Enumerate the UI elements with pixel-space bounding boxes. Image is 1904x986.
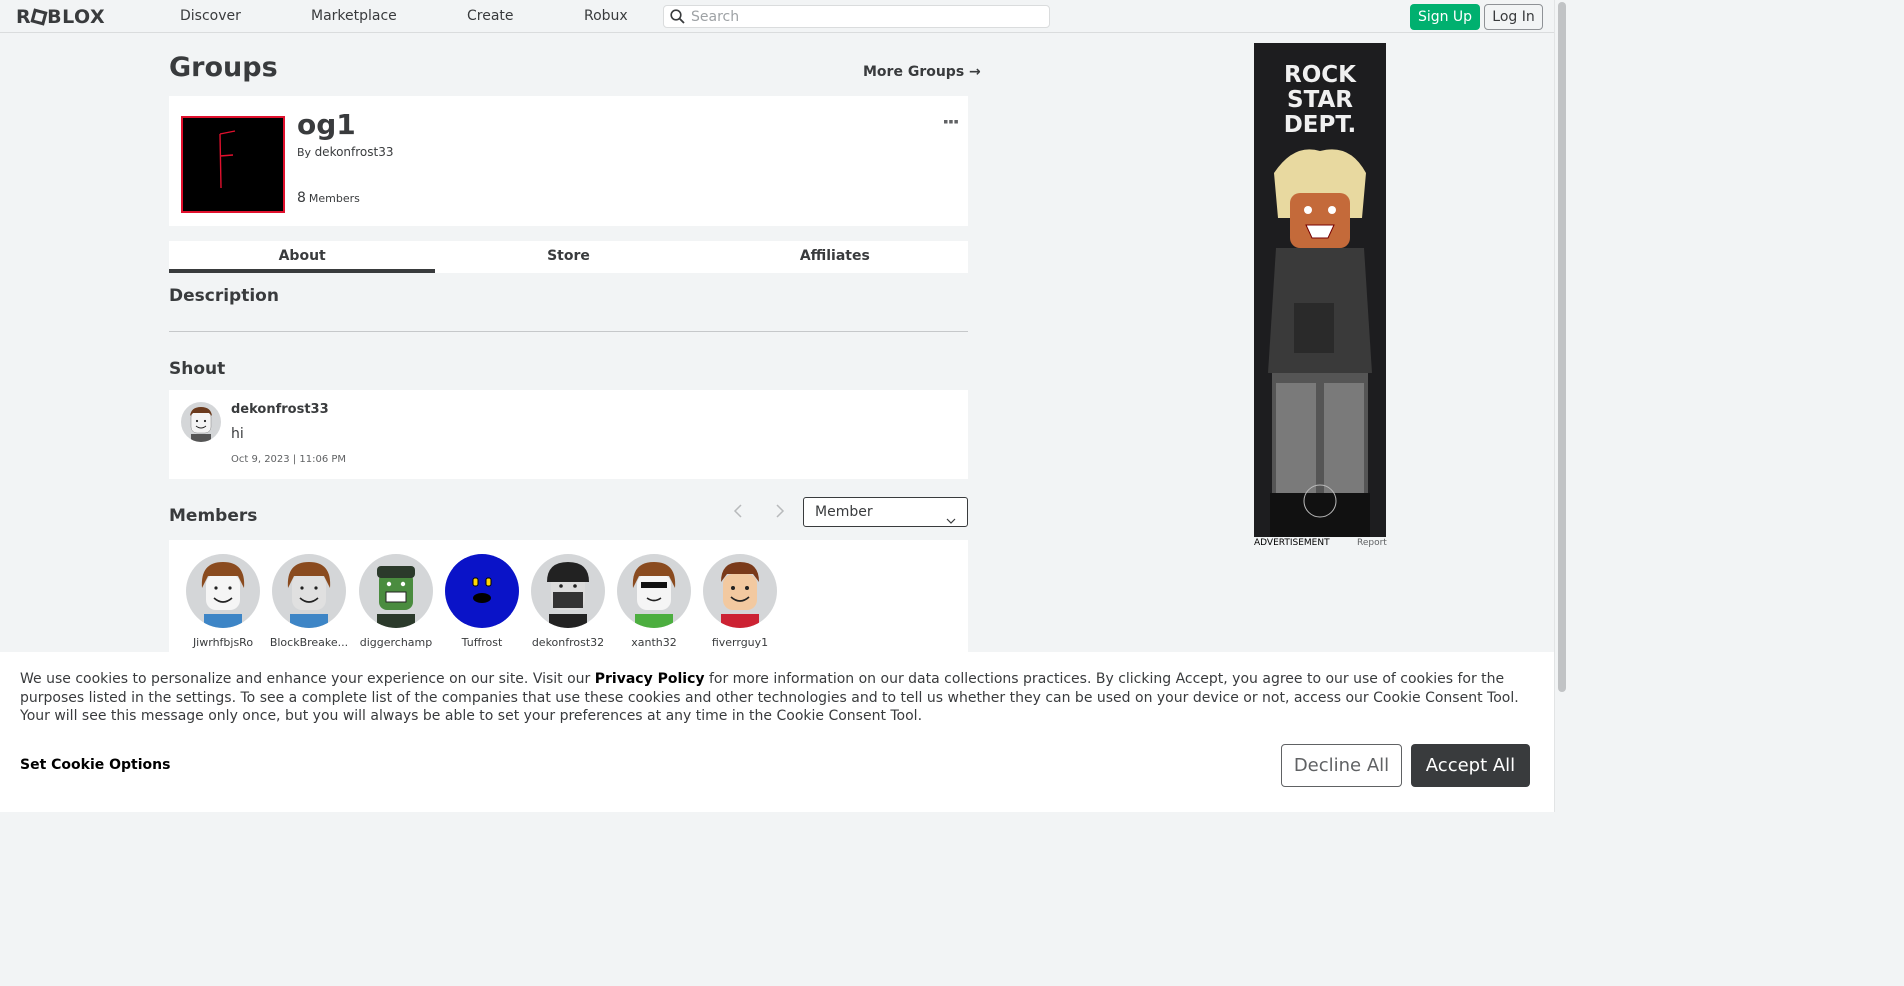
member-name[interactable]: fiverrguy1: [697, 636, 783, 649]
member-name[interactable]: JiwrhfbjsRo: [180, 636, 266, 649]
search-icon: [670, 9, 685, 28]
by-label: By: [297, 146, 312, 159]
chevron-right-icon[interactable]: [775, 503, 785, 522]
tab-about[interactable]: About: [169, 241, 436, 273]
roblox-logo[interactable]: R BLOX: [16, 6, 105, 28]
member-name[interactable]: BlockBreake...: [266, 636, 352, 649]
accept-all-button[interactable]: Accept All: [1411, 744, 1530, 787]
advertisement-label: ADVERTISEMENT: [1254, 538, 1330, 548]
advertisement-banner[interactable]: ROCK STAR DEPT.: [1254, 43, 1386, 537]
scrollbar-thumb[interactable]: [1558, 2, 1566, 692]
group-owner-line: By dekonfrost33: [297, 145, 394, 159]
top-navigation-bar: R BLOX Discover Marketplace Create Robux …: [0, 0, 1554, 33]
cookie-consent-banner: We use cookies to personalize and enhanc…: [0, 652, 1554, 812]
member-count-label: Members: [308, 192, 360, 205]
ad-report-link[interactable]: Report: [1357, 538, 1387, 548]
nav-create[interactable]: Create: [467, 8, 514, 24]
member-avatar[interactable]: [531, 554, 605, 628]
privacy-policy-link[interactable]: Privacy Policy: [595, 671, 705, 687]
member-count: 8 Members: [297, 190, 360, 206]
shout-card: dekonfrost33 hi Oct 9, 2023 | 11:06 PM: [169, 390, 968, 479]
group-owner-link[interactable]: dekonfrost33: [315, 145, 394, 159]
more-options-icon[interactable]: [944, 110, 958, 129]
member-avatar[interactable]: [186, 554, 260, 628]
member-item[interactable]: xanth32: [611, 554, 697, 649]
members-list: JiwrhfbjsRo BlockBreake... diggerchamp T…: [169, 540, 968, 660]
chevron-left-icon[interactable]: [733, 503, 743, 522]
group-tabs: About Store Affiliates: [169, 241, 968, 273]
group-header-card: og1 By dekonfrost33 8 Members: [169, 96, 968, 226]
member-name[interactable]: diggerchamp: [353, 636, 439, 649]
group-emblem-image: [181, 116, 285, 213]
member-item[interactable]: JiwrhfbjsRo: [180, 554, 266, 649]
member-avatar[interactable]: [359, 554, 433, 628]
shout-heading: Shout: [169, 359, 226, 379]
sign-up-button[interactable]: Sign Up: [1410, 4, 1480, 30]
member-avatar[interactable]: [272, 554, 346, 628]
page-scrollbar[interactable]: [1554, 0, 1568, 812]
role-dropdown[interactable]: Member: [803, 497, 968, 527]
set-cookie-options-link[interactable]: Set Cookie Options: [20, 757, 170, 773]
member-item[interactable]: BlockBreake...: [266, 554, 352, 649]
search-box: [663, 5, 1050, 28]
cookie-message: We use cookies to personalize and enhanc…: [20, 670, 1530, 726]
nav-robux[interactable]: Robux: [584, 8, 628, 24]
description-heading: Description: [169, 286, 279, 306]
member-avatar[interactable]: [445, 554, 519, 628]
search-input[interactable]: [691, 7, 1041, 26]
section-divider: [169, 331, 968, 332]
tab-affiliates[interactable]: Affiliates: [702, 241, 968, 273]
chevron-down-icon: [946, 507, 956, 535]
nav-marketplace[interactable]: Marketplace: [311, 8, 397, 24]
member-count-value: 8: [297, 190, 306, 206]
shout-timestamp: Oct 9, 2023 | 11:06 PM: [231, 454, 347, 465]
log-in-button[interactable]: Log In: [1484, 4, 1543, 30]
member-name[interactable]: dekonfrost32: [525, 636, 611, 649]
shout-avatar[interactable]: [181, 402, 221, 442]
member-item[interactable]: dekonfrost32: [525, 554, 611, 649]
member-name[interactable]: Tuffrost: [439, 636, 525, 649]
member-item[interactable]: fiverrguy1: [697, 554, 783, 649]
ad-character-art: [1268, 149, 1372, 537]
member-item[interactable]: diggerchamp: [353, 554, 439, 649]
more-groups-link[interactable]: More Groups →: [863, 64, 981, 80]
role-dropdown-value: Member: [815, 504, 873, 520]
cookie-text-part1: We use cookies to personalize and enhanc…: [20, 671, 595, 687]
shout-message: hi: [231, 426, 244, 442]
member-item[interactable]: Tuffrost: [439, 554, 525, 649]
members-heading: Members: [169, 506, 258, 526]
group-name: og1: [297, 108, 356, 141]
decline-all-button[interactable]: Decline All: [1281, 744, 1402, 787]
member-name[interactable]: xanth32: [611, 636, 697, 649]
member-avatar[interactable]: [703, 554, 777, 628]
nav-discover[interactable]: Discover: [180, 8, 241, 24]
page-title: Groups: [169, 52, 278, 83]
tab-store[interactable]: Store: [435, 241, 701, 273]
shout-author[interactable]: dekonfrost33: [231, 402, 329, 417]
member-avatar[interactable]: [617, 554, 691, 628]
